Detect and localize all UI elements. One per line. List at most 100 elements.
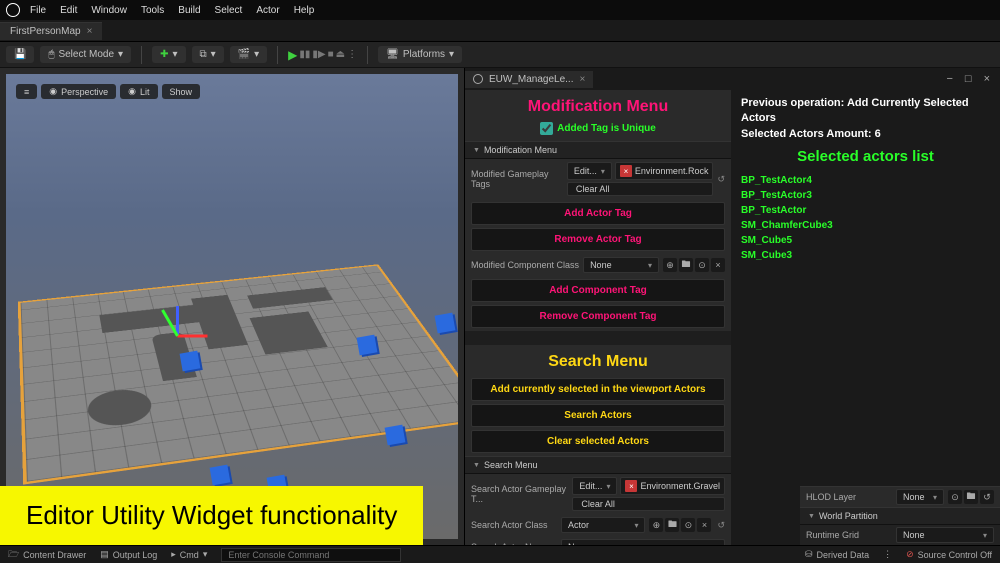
section-search-menu[interactable]: Search Menu bbox=[465, 456, 731, 474]
clear-selected-actors-button[interactable]: Clear selected Actors bbox=[471, 430, 725, 453]
menu-actor[interactable]: Actor bbox=[256, 5, 279, 16]
add-actor-tag-button[interactable]: Add Actor Tag bbox=[471, 202, 725, 225]
pause-button[interactable]: ▮▮ bbox=[299, 49, 310, 60]
selected-actors-heading: Selected actors list bbox=[741, 142, 990, 173]
clear-icon[interactable]: × bbox=[697, 518, 711, 532]
tab-label: FirstPersonMap bbox=[10, 26, 81, 37]
component-class-dropdown[interactable]: None bbox=[583, 257, 659, 273]
minimize-button[interactable]: − bbox=[946, 73, 952, 85]
folder-icon[interactable]: 🖿 bbox=[665, 518, 679, 532]
selected-cube[interactable] bbox=[385, 425, 406, 446]
actor-item: SM_Cube3 bbox=[741, 248, 990, 263]
actor-item: BP_TestActor3 bbox=[741, 188, 990, 203]
menu-window[interactable]: Window bbox=[91, 5, 127, 16]
add-component-tag-button[interactable]: Add Component Tag bbox=[471, 279, 725, 302]
content-drawer-button[interactable]: 🗁Content Drawer bbox=[8, 547, 86, 563]
clear-all-button[interactable]: Clear All bbox=[572, 497, 725, 511]
viewport-menu[interactable]: ≡ bbox=[16, 84, 37, 99]
add-selected-actors-button[interactable]: Add currently selected in the viewport A… bbox=[471, 378, 725, 401]
remove-actor-tag-button[interactable]: Remove Actor Tag bbox=[471, 228, 725, 251]
data-icon: ⛁ bbox=[805, 549, 813, 560]
output-log-button[interactable]: ▤Output Log bbox=[100, 549, 157, 560]
reset-icon[interactable]: ↺ bbox=[717, 174, 725, 185]
close-icon[interactable]: × bbox=[87, 26, 93, 37]
search-actors-button[interactable]: Search Actors bbox=[471, 404, 725, 427]
eject-button[interactable]: ⏏ bbox=[336, 49, 345, 60]
add-button[interactable]: ✚▾ bbox=[152, 46, 185, 63]
unique-tag-checkbox[interactable] bbox=[540, 122, 553, 135]
browse-icon[interactable]: ⊕ bbox=[649, 518, 663, 532]
search-class-dropdown[interactable]: Actor bbox=[561, 517, 645, 533]
play-options[interactable]: ⋮ bbox=[347, 49, 357, 60]
section-world-partition[interactable]: World Partition bbox=[800, 507, 1000, 525]
derived-data-button[interactable]: ⛁Derived Data bbox=[805, 549, 869, 560]
utility-widget-panel: EUW_ManageLe... × − □ × Modification Men… bbox=[464, 68, 1000, 545]
play-controls: ▶ ▮▮ ▮▶ ■ ⏏ ⋮ bbox=[288, 48, 357, 62]
edit-search-tags-dropdown[interactable]: Edit... bbox=[572, 477, 617, 495]
selected-cube[interactable] bbox=[180, 351, 201, 372]
source-control-icon: ⊘ bbox=[906, 549, 914, 560]
menu-help[interactable]: Help bbox=[294, 5, 315, 16]
bottom-statusbar: 🗁Content Drawer ▤Output Log ▸Cmd ▾ ⛁Deri… bbox=[0, 545, 1000, 563]
search-class-label: Search Actor Class bbox=[471, 520, 557, 530]
previous-operation-text: Previous operation: Add Currently Select… bbox=[741, 96, 990, 127]
source-control-button[interactable]: ⊘Source Control Off bbox=[906, 549, 992, 560]
select-mode-button[interactable]: 🖱 Select Mode ▾ bbox=[40, 46, 131, 63]
tab-firstpersonmap[interactable]: FirstPersonMap × bbox=[0, 22, 102, 40]
save-button[interactable]: 💾 bbox=[6, 46, 34, 63]
menubar: File Edit Window Tools Build Select Acto… bbox=[30, 5, 314, 16]
clear-all-button[interactable]: Clear All bbox=[567, 182, 714, 196]
reset-icon[interactable]: ↺ bbox=[717, 520, 725, 531]
browse-icon[interactable]: ⊙ bbox=[948, 490, 962, 504]
info-column: Previous operation: Add Currently Select… bbox=[731, 90, 1000, 545]
selected-cube[interactable] bbox=[210, 465, 231, 486]
lit-button[interactable]: ◉Lit bbox=[120, 84, 157, 99]
tag-chip: ×Environment.Rock bbox=[615, 162, 714, 180]
viewport-toolbar: ≡ ◉Perspective ◉Lit Show bbox=[16, 84, 200, 99]
perspective-button[interactable]: ◉Perspective bbox=[41, 84, 116, 99]
section-modification-menu[interactable]: Modification Menu bbox=[465, 141, 731, 159]
hlod-dropdown[interactable]: None bbox=[896, 489, 944, 505]
sequence-button[interactable]: 🎬▾ bbox=[230, 46, 267, 63]
3d-viewport[interactable]: ≡ ◉Perspective ◉Lit Show bbox=[6, 74, 458, 539]
play-button[interactable]: ▶ bbox=[288, 48, 297, 62]
console-input[interactable] bbox=[221, 548, 401, 562]
divider bbox=[367, 46, 368, 64]
clear-icon[interactable]: × bbox=[711, 258, 725, 272]
selected-cube[interactable] bbox=[435, 313, 456, 334]
menu-file[interactable]: File bbox=[30, 5, 46, 16]
show-button[interactable]: Show bbox=[162, 84, 201, 99]
menu-select[interactable]: Select bbox=[215, 5, 243, 16]
remove-tag-icon[interactable]: × bbox=[625, 480, 637, 492]
remove-tag-icon[interactable]: × bbox=[620, 165, 632, 177]
runtime-grid-dropdown[interactable]: None bbox=[896, 527, 994, 543]
blueprint-button[interactable]: ⧉▾ bbox=[192, 46, 224, 63]
menu-tools[interactable]: Tools bbox=[141, 5, 164, 16]
close-icon[interactable]: × bbox=[580, 74, 586, 85]
gameplay-tags-label: Modified Gameplay Tags bbox=[471, 169, 563, 189]
skip-button[interactable]: ▮▶ bbox=[312, 49, 325, 60]
tab-euw-manage[interactable]: EUW_ManageLe... × bbox=[465, 71, 593, 88]
stop-button[interactable]: ■ bbox=[328, 49, 334, 60]
runtime-grid-label: Runtime Grid bbox=[806, 530, 892, 540]
options-icon[interactable]: ⋮ bbox=[883, 549, 892, 560]
sequence-icon: 🎬 bbox=[238, 49, 250, 60]
folder-icon[interactable]: 🖿 bbox=[964, 490, 978, 504]
menu-edit[interactable]: Edit bbox=[60, 5, 77, 16]
browse-icon[interactable]: ⊕ bbox=[663, 258, 677, 272]
menu-build[interactable]: Build bbox=[178, 5, 200, 16]
unique-tag-label: Added Tag is Unique bbox=[557, 123, 656, 134]
close-window-button[interactable]: × bbox=[984, 73, 990, 85]
maximize-button[interactable]: □ bbox=[965, 73, 972, 85]
cmd-dropdown[interactable]: ▸Cmd ▾ bbox=[171, 549, 207, 560]
camera-icon: ◉ bbox=[49, 86, 57, 97]
reset-icon[interactable]: ↺ bbox=[980, 490, 994, 504]
selected-cube[interactable] bbox=[357, 335, 378, 356]
remove-component-tag-button[interactable]: Remove Component Tag bbox=[471, 305, 725, 328]
new-icon[interactable]: ⊙ bbox=[681, 518, 695, 532]
folder-icon[interactable]: 🖿 bbox=[679, 258, 693, 272]
level-floor bbox=[18, 264, 458, 484]
new-icon[interactable]: ⊙ bbox=[695, 258, 709, 272]
platforms-button[interactable]: 🖥 Platforms ▾ bbox=[378, 46, 462, 63]
edit-tags-dropdown[interactable]: Edit... bbox=[567, 162, 612, 180]
